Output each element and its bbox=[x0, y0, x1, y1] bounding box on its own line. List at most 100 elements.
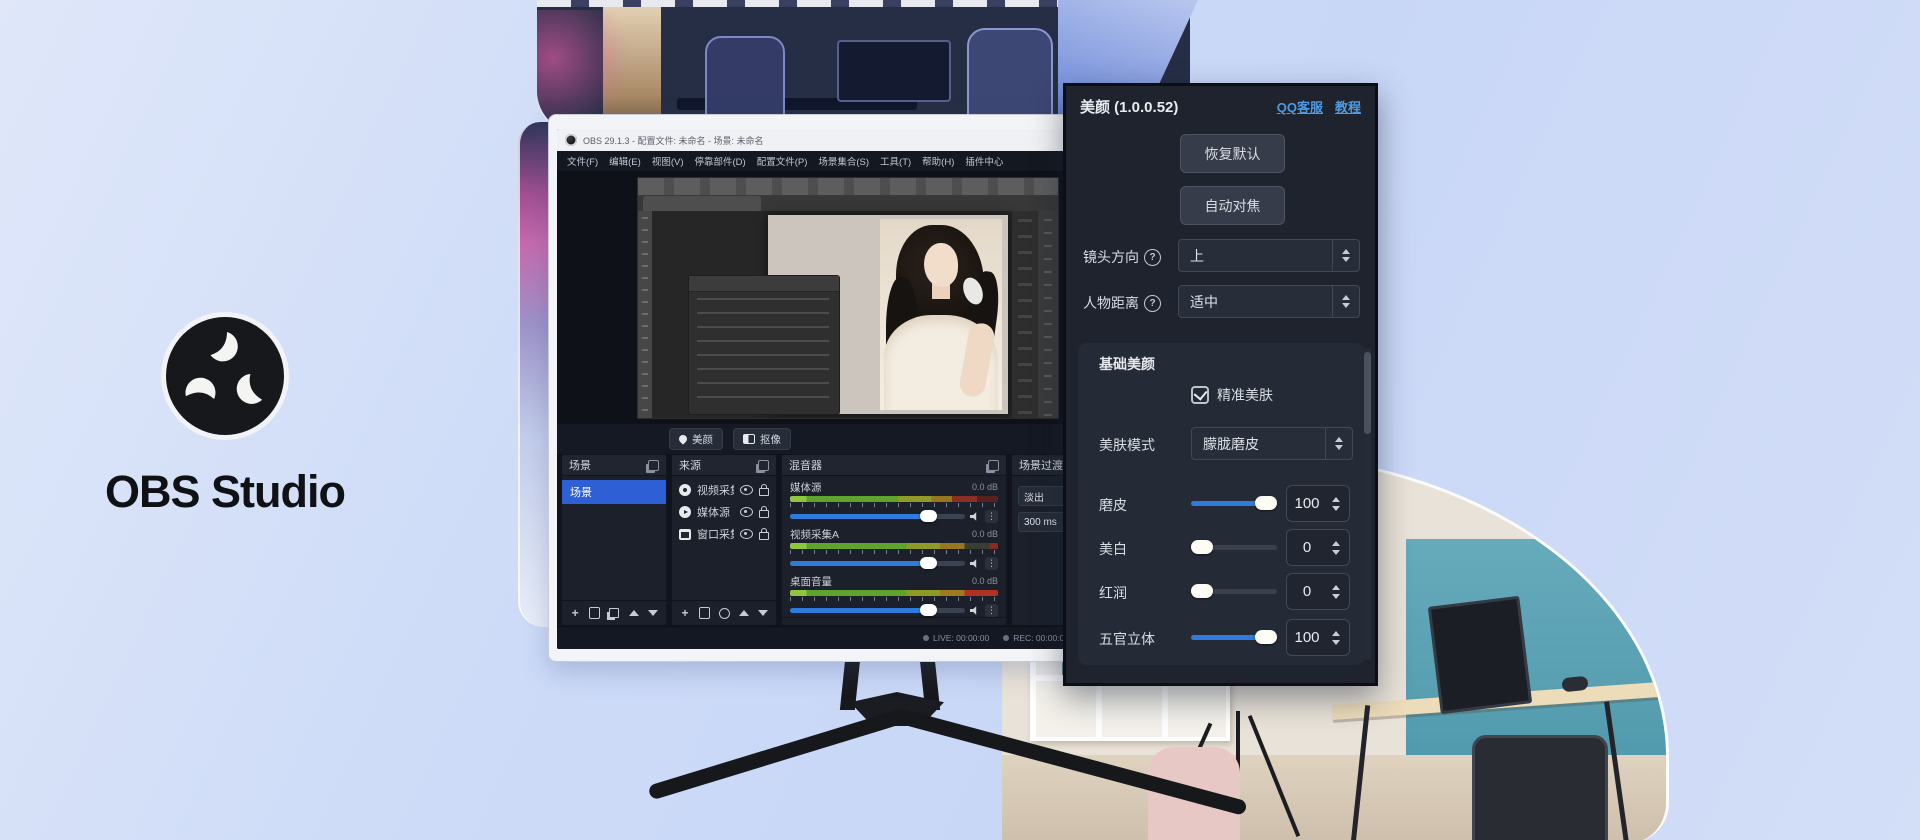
face-3d-slider[interactable] bbox=[1191, 635, 1277, 640]
ps-floating-panel bbox=[688, 275, 840, 415]
tutorial-link[interactable]: 教程 bbox=[1335, 97, 1361, 116]
person-distance-select[interactable]: 适中 bbox=[1178, 285, 1360, 318]
meter-ticks bbox=[790, 550, 998, 554]
channel-options-icon[interactable]: ⋮ bbox=[985, 510, 998, 523]
menu-scene-collection[interactable]: 场景集合(S) bbox=[818, 154, 869, 168]
menu-profile[interactable]: 配置文件(P) bbox=[757, 154, 808, 168]
studio-dark-chair bbox=[1472, 735, 1608, 840]
dock-options-icon[interactable] bbox=[648, 460, 659, 471]
transition-duration[interactable]: 300 ms bbox=[1018, 512, 1068, 532]
sources-dock-title: 来源 bbox=[679, 457, 758, 473]
spinner-chevrons-icon[interactable] bbox=[1327, 631, 1349, 645]
speaker-icon[interactable] bbox=[970, 512, 980, 522]
speaker-icon[interactable] bbox=[970, 559, 980, 569]
dock-options-icon[interactable] bbox=[758, 460, 769, 471]
restore-defaults-button[interactable]: 恢复默认 bbox=[1180, 134, 1285, 173]
smoothing-spinner[interactable]: 100 bbox=[1286, 485, 1350, 522]
lens-direction-select[interactable]: 上 bbox=[1178, 239, 1360, 272]
lock-icon[interactable] bbox=[759, 532, 769, 540]
visibility-eye-icon[interactable] bbox=[740, 529, 753, 539]
move-scene-up-icon[interactable] bbox=[629, 606, 639, 620]
plugin-toolbar: 美颜 抠像 bbox=[557, 424, 1079, 454]
rosy-label: 红润 bbox=[1099, 583, 1127, 603]
menu-tools[interactable]: 工具(T) bbox=[880, 154, 911, 168]
scene-row-selected[interactable]: 场景 bbox=[562, 480, 666, 504]
matting-tab-button[interactable]: 抠像 bbox=[733, 428, 791, 450]
studio-monitor bbox=[1428, 596, 1532, 714]
spinner-chevrons-icon[interactable] bbox=[1327, 541, 1349, 555]
rosy-spinner[interactable]: 0 bbox=[1286, 573, 1350, 610]
visibility-eye-icon[interactable] bbox=[740, 507, 753, 517]
volume-slider[interactable] bbox=[790, 514, 965, 519]
qq-support-link[interactable]: QQ客服 bbox=[1277, 97, 1323, 116]
whitening-spinner[interactable]: 0 bbox=[1286, 529, 1350, 566]
remove-scene-icon[interactable] bbox=[589, 606, 600, 620]
precise-skin-label: 精准美肤 bbox=[1217, 385, 1273, 405]
remove-source-icon[interactable] bbox=[699, 606, 710, 620]
beauty-plugin-panel: 美颜 (1.0.0.52) QQ客服 教程 恢复默认 自动对焦 镜头方向 ? 上… bbox=[1063, 83, 1378, 686]
menu-plugin-center[interactable]: 插件中心 bbox=[965, 154, 1003, 168]
lock-icon[interactable] bbox=[759, 510, 769, 518]
spinner-chevrons-icon[interactable] bbox=[1327, 585, 1349, 599]
beauty-tab-button[interactable]: 美颜 bbox=[669, 428, 723, 450]
volume-slider-handle[interactable] bbox=[920, 604, 937, 616]
photo-pink-glow bbox=[537, 10, 637, 130]
face-3d-label: 五官立体 bbox=[1099, 629, 1155, 649]
add-scene-icon[interactable]: + bbox=[570, 606, 580, 620]
help-question-icon[interactable]: ? bbox=[1144, 295, 1161, 312]
dock-options-icon[interactable] bbox=[988, 460, 999, 471]
chevron-up-down-icon[interactable] bbox=[1325, 428, 1352, 459]
chevron-up-down-icon[interactable] bbox=[1332, 286, 1359, 317]
menu-file[interactable]: 文件(F) bbox=[567, 154, 598, 168]
help-question-icon[interactable]: ? bbox=[1144, 249, 1161, 266]
menu-help[interactable]: 帮助(H) bbox=[922, 154, 954, 168]
visibility-eye-icon[interactable] bbox=[740, 485, 753, 495]
slider-handle[interactable] bbox=[1191, 540, 1213, 554]
transition-select[interactable]: 淡出 bbox=[1018, 486, 1068, 506]
channel-db: 0.0 dB bbox=[972, 576, 998, 586]
media-source-icon bbox=[679, 506, 691, 518]
source-row[interactable]: 窗口采集 bbox=[672, 523, 776, 545]
rosy-slider[interactable] bbox=[1191, 589, 1277, 594]
obs-menu-bar: 文件(F) 编辑(E) 视图(V) 停靠部件(D) 配置文件(P) 场景集合(S… bbox=[557, 151, 1079, 172]
mixer-channel: 桌面音量 0.0 dB ⋮ bbox=[782, 570, 1006, 617]
channel-options-icon[interactable]: ⋮ bbox=[985, 557, 998, 570]
menu-docks[interactable]: 停靠部件(D) bbox=[694, 154, 745, 168]
spinner-chevrons-icon[interactable] bbox=[1327, 497, 1349, 511]
panel-scrollbar-thumb[interactable] bbox=[1364, 352, 1371, 434]
add-source-icon[interactable]: + bbox=[680, 606, 690, 620]
lock-icon[interactable] bbox=[759, 488, 769, 496]
source-properties-icon[interactable] bbox=[719, 606, 730, 620]
volume-slider[interactable] bbox=[790, 561, 965, 566]
slider-handle[interactable] bbox=[1191, 584, 1213, 598]
volume-slider-handle[interactable] bbox=[920, 510, 937, 522]
slider-handle[interactable] bbox=[1255, 496, 1277, 510]
face-3d-spinner[interactable]: 100 bbox=[1286, 619, 1350, 656]
live-dot-icon bbox=[923, 635, 929, 641]
chevron-up-down-icon[interactable] bbox=[1332, 240, 1359, 271]
skin-mode-select[interactable]: 朦胧磨皮 bbox=[1191, 427, 1353, 460]
move-source-up-icon[interactable] bbox=[739, 606, 749, 620]
person-distance-label: 人物距离 ? bbox=[1083, 293, 1161, 313]
auto-focus-button[interactable]: 自动对焦 bbox=[1180, 186, 1285, 225]
move-scene-down-icon[interactable] bbox=[648, 606, 658, 620]
volume-slider-handle[interactable] bbox=[920, 557, 937, 569]
menu-view[interactable]: 视图(V) bbox=[652, 154, 684, 168]
camera-source-icon bbox=[679, 484, 691, 496]
slider-handle[interactable] bbox=[1255, 630, 1277, 644]
mixer-channels: 媒体源 0.0 dB ⋮ bbox=[782, 476, 1006, 617]
source-row[interactable]: 媒体源 bbox=[672, 501, 776, 523]
precise-skin-checkbox[interactable] bbox=[1191, 386, 1209, 404]
menu-edit[interactable]: 编辑(E) bbox=[609, 154, 641, 168]
panel-scrollbar[interactable] bbox=[1364, 348, 1371, 660]
channel-label: 媒体源 bbox=[790, 480, 972, 495]
source-row[interactable]: 视频采集A bbox=[672, 479, 776, 501]
whitening-slider[interactable] bbox=[1191, 545, 1277, 550]
move-source-down-icon[interactable] bbox=[758, 606, 768, 620]
speaker-icon[interactable] bbox=[970, 606, 980, 616]
mixer-channel: 媒体源 0.0 dB ⋮ bbox=[782, 476, 1006, 523]
volume-slider[interactable] bbox=[790, 608, 965, 613]
smoothing-slider[interactable] bbox=[1191, 501, 1277, 506]
duplicate-scene-icon[interactable] bbox=[609, 606, 619, 620]
channel-options-icon[interactable]: ⋮ bbox=[985, 604, 998, 617]
